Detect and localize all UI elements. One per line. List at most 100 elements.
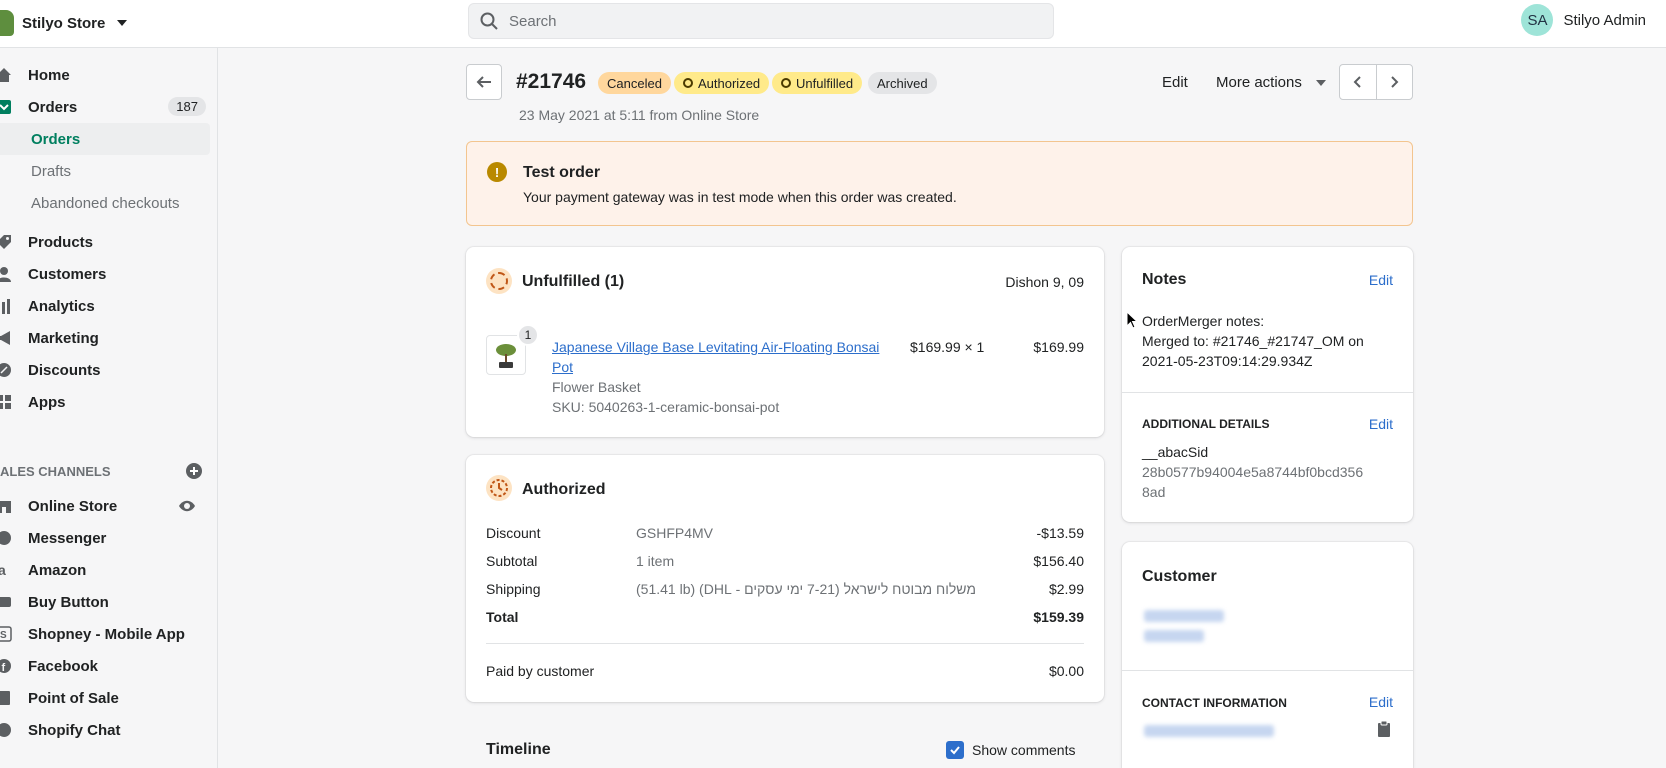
- sidebar-item-label: Shopney - Mobile App: [28, 625, 185, 643]
- sidebar-item-shopney[interactable]: S Shopney - Mobile App: [0, 618, 210, 650]
- timeline-title: Timeline: [486, 741, 551, 758]
- test-order-banner: ! Test order Your payment gateway was in…: [466, 141, 1413, 226]
- row-label: Paid by customer: [486, 663, 595, 679]
- customer-title: Customer: [1142, 568, 1217, 585]
- sidebar-item-marketing[interactable]: Marketing: [0, 322, 210, 354]
- contact-edit-link[interactable]: Edit: [1369, 694, 1393, 710]
- sidebar-subitem-orders[interactable]: Orders: [0, 123, 210, 155]
- row-amount: $0.00: [1048, 663, 1084, 679]
- sidebar-item-label: Apps: [28, 393, 66, 411]
- authorized-title: Authorized: [522, 481, 606, 498]
- sidebar-item-customers[interactable]: Customers: [0, 258, 210, 290]
- next-order-button[interactable]: [1377, 65, 1413, 99]
- buy-button-icon: [0, 594, 12, 610]
- edit-button[interactable]: Edit: [1162, 74, 1188, 91]
- row-amount: $156.40: [1033, 553, 1084, 569]
- store-name: Stilyo Store: [22, 14, 106, 32]
- product-link[interactable]: Japanese Village Base Levitating Air-Flo…: [552, 339, 879, 355]
- discount-icon: [0, 362, 12, 378]
- facebook-icon: f: [0, 658, 12, 674]
- sidebar-item-label: Shopify Chat: [28, 721, 121, 739]
- warning-icon: !: [487, 162, 507, 182]
- previous-order-button[interactable]: [1340, 65, 1377, 99]
- quantity-badge: 1: [517, 324, 539, 346]
- shipping-row: Shipping משלוח מבוטח לישראל (7-21 ימי עס…: [486, 581, 1084, 601]
- product-variant: Flower Basket: [552, 379, 641, 395]
- sidebar-subitem-drafts[interactable]: Drafts: [0, 155, 210, 187]
- person-icon: [0, 266, 12, 282]
- sales-channels-heading: ALES CHANNELS: [0, 464, 111, 479]
- customer-orders-redacted[interactable]: [1144, 630, 1204, 642]
- sidebar-item-label: Facebook: [28, 657, 99, 675]
- status-badge-canceled: Canceled: [598, 72, 671, 94]
- svg-text:f: f: [2, 662, 6, 674]
- sidebar-item-online-store[interactable]: Online Store: [0, 490, 210, 522]
- divider: [1122, 670, 1413, 671]
- customer-name-redacted[interactable]: [1144, 610, 1224, 622]
- paid-row: Paid by customer $0.00: [486, 663, 1084, 683]
- customer-email-redacted[interactable]: [1144, 725, 1274, 737]
- svg-text:S: S: [0, 630, 7, 641]
- clipboard-icon[interactable]: [1377, 720, 1391, 738]
- sidebar-item-point-of-sale[interactable]: Point of Sale: [0, 682, 210, 714]
- eye-icon[interactable]: [178, 497, 196, 515]
- sidebar-item-discounts[interactable]: Discounts: [0, 354, 210, 386]
- sidebar-item-products[interactable]: Products: [0, 226, 210, 258]
- search-placeholder: Search: [509, 12, 557, 30]
- sidebar-item-label: Analytics: [28, 297, 95, 315]
- badge-label: Unfulfilled: [796, 75, 854, 91]
- sidebar-item-buy-button[interactable]: Buy Button: [0, 586, 210, 618]
- top-bar: Stilyo Store Search SA Stilyo Admin: [0, 0, 1666, 48]
- row-amount: $159.39: [1033, 609, 1084, 625]
- sidebar-item-messenger[interactable]: Messenger: [0, 522, 210, 554]
- back-button[interactable]: [466, 64, 502, 100]
- additional-details-heading: ADDITIONAL DETAILS: [1142, 417, 1270, 431]
- sidebar-item-orders[interactable]: Orders 187: [0, 91, 210, 123]
- user-menu[interactable]: SA Stilyo Admin: [1521, 4, 1646, 36]
- additional-details-edit-link[interactable]: Edit: [1369, 416, 1393, 432]
- subtotal-row: Subtotal 1 item $156.40: [486, 553, 1084, 573]
- order-number: #21746: [516, 70, 587, 93]
- badge-label: Archived: [877, 75, 928, 91]
- add-circle-icon[interactable]: [185, 462, 203, 480]
- badge-label: Authorized: [698, 75, 761, 91]
- shopney-icon: S: [0, 626, 12, 642]
- sidebar-item-home[interactable]: Home: [0, 59, 210, 91]
- authorized-card: Authorized Discount GSHFP4MV -$13.59 Sub…: [466, 455, 1104, 702]
- discount-row: Discount GSHFP4MV -$13.59: [486, 525, 1084, 545]
- show-comments-checkbox[interactable]: [946, 741, 964, 759]
- sidebar-item-label: Buy Button: [28, 593, 109, 611]
- status-badge-unfulfilled: Unfulfilled: [772, 72, 863, 94]
- discount-code: GSHFP4MV: [636, 525, 714, 541]
- fulfillment-location: Dishon 9, 09: [1005, 274, 1084, 290]
- sidebar-item-amazon[interactable]: a Amazon: [0, 554, 210, 586]
- svg-text:a: a: [0, 562, 6, 578]
- sidebar-item-label: Amazon: [28, 561, 87, 579]
- sidebar-item-label: Point of Sale: [28, 689, 119, 707]
- status-badge-authorized: Authorized: [674, 72, 770, 94]
- more-actions-label: More actions: [1216, 74, 1302, 91]
- chevron-down-icon: [117, 20, 128, 26]
- notes-edit-link[interactable]: Edit: [1369, 272, 1393, 288]
- store-switcher[interactable]: Stilyo Store: [0, 10, 128, 36]
- sidebar-item-label: Marketing: [28, 329, 99, 347]
- more-actions-button[interactable]: More actions: [1216, 74, 1326, 91]
- sidebar-item-facebook[interactable]: f Facebook: [0, 650, 210, 682]
- home-icon: [0, 67, 12, 83]
- sidebar-item-analytics[interactable]: Analytics: [0, 290, 210, 322]
- sidebar-item-label: Home: [28, 66, 70, 84]
- sidebar-item-apps[interactable]: Apps: [0, 386, 210, 418]
- incomplete-circle-icon: [781, 78, 791, 88]
- search-input[interactable]: Search: [468, 3, 1054, 39]
- pos-icon: [0, 690, 12, 706]
- badge-label: Canceled: [607, 75, 662, 91]
- chevron-left-icon: [1353, 76, 1361, 88]
- sidebar-subitem-abandoned-checkouts[interactable]: Abandoned checkouts: [0, 187, 210, 219]
- product-link-continued[interactable]: Pot: [552, 359, 573, 375]
- total-row: Total $159.39: [486, 609, 1084, 629]
- unfulfilled-title: Unfulfilled (1): [522, 273, 625, 290]
- sidebar-item-shopify-chat[interactable]: Shopify Chat: [0, 714, 210, 746]
- avatar: SA: [1521, 4, 1554, 36]
- apps-icon: [0, 394, 12, 410]
- shipping-method: משלוח מבוטח לישראל (7-21 ימי עסקים - DHL…: [636, 581, 977, 597]
